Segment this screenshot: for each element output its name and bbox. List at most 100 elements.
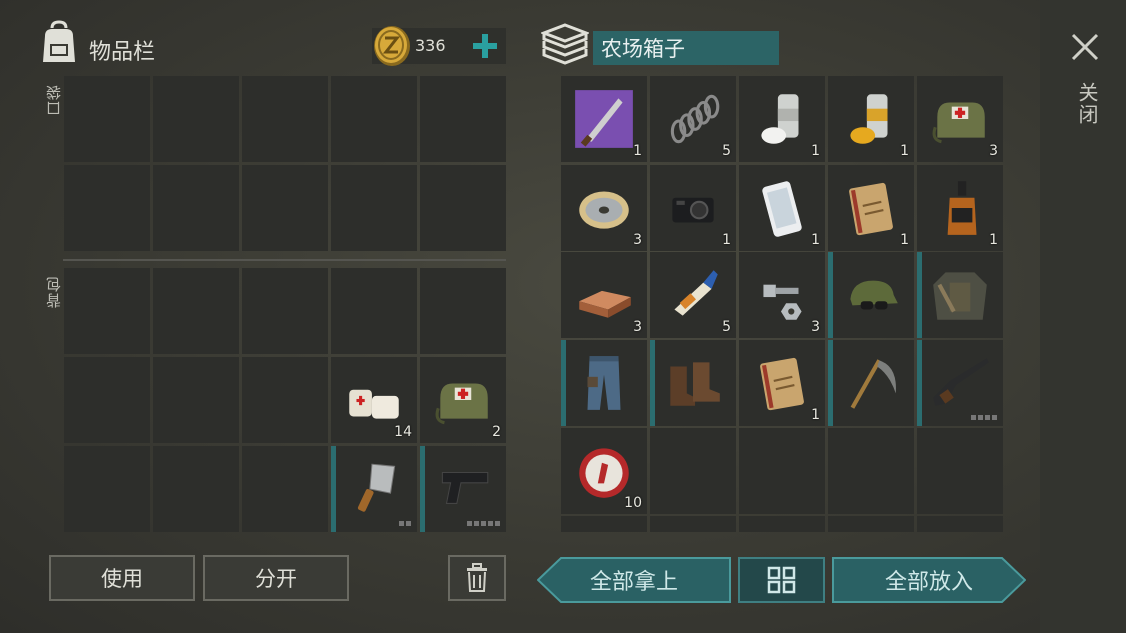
inventory-slot[interactable] — [828, 516, 914, 532]
inventory-slot[interactable] — [153, 357, 239, 443]
pistol-icon — [441, 471, 489, 504]
inventory-slot[interactable]: 1 — [739, 340, 825, 426]
close-label[interactable]: 关闭 — [1072, 82, 1099, 126]
item-count: 1 — [989, 232, 998, 248]
inventory-slot[interactable] — [64, 357, 150, 443]
inventory-slot[interactable] — [917, 340, 1003, 426]
inventory-slot[interactable] — [828, 252, 914, 338]
inventory-slot[interactable] — [242, 268, 328, 354]
inventory-slot[interactable]: 1 — [739, 76, 825, 162]
inventory-slot[interactable]: 2 — [420, 357, 506, 443]
inventory-title: 物品栏 — [89, 40, 156, 65]
inventory-slot[interactable] — [64, 268, 150, 354]
inventory-slot[interactable] — [242, 165, 328, 251]
inventory-slot[interactable] — [561, 516, 647, 532]
machete-blueprint-icon — [575, 90, 633, 148]
cleaver-icon — [357, 463, 396, 512]
inventory-slot[interactable] — [561, 340, 647, 426]
yellow-paint-can-icon — [850, 94, 888, 144]
split-button[interactable]: 分开 — [203, 555, 349, 601]
smartphone-icon — [762, 181, 802, 237]
inventory-slot[interactable] — [828, 340, 914, 426]
inventory-slot[interactable] — [420, 446, 506, 532]
camo-cap-sunglasses-icon — [850, 280, 898, 310]
durability-dots — [467, 521, 500, 526]
item-count: 3 — [633, 319, 642, 335]
durability-bar — [828, 252, 833, 338]
inventory-slot[interactable] — [739, 516, 825, 532]
inventory-slot[interactable]: 3 — [561, 252, 647, 338]
item-count: 1 — [811, 407, 820, 423]
inventory-slot[interactable] — [153, 76, 239, 162]
backpack-label: 背包 — [45, 276, 63, 308]
item-count: 2 — [492, 424, 501, 440]
pocket-label: 口袋 — [45, 84, 63, 116]
inventory-slot[interactable] — [650, 428, 736, 514]
wire-spool-icon — [579, 191, 629, 229]
coin-icon — [372, 25, 412, 67]
inventory-slot[interactable] — [420, 76, 506, 162]
inventory-slot[interactable] — [650, 340, 736, 426]
inventory-slot[interactable] — [153, 446, 239, 532]
inventory-slot[interactable] — [420, 268, 506, 354]
diary-icon — [760, 357, 804, 411]
inventory-slot[interactable]: 3 — [739, 252, 825, 338]
inventory-slot[interactable] — [331, 446, 417, 532]
inventory-slot[interactable]: 1 — [739, 165, 825, 251]
inventory-slot[interactable] — [153, 165, 239, 251]
inventory-slot[interactable]: 14 — [331, 357, 417, 443]
inventory-slot[interactable] — [917, 428, 1003, 514]
add-coins-button[interactable] — [470, 31, 500, 61]
inventory-slot[interactable] — [153, 268, 239, 354]
use-button[interactable]: 使用 — [49, 555, 195, 601]
durability-bar — [828, 340, 833, 426]
inventory-slot[interactable] — [828, 428, 914, 514]
item-count: 3 — [989, 143, 998, 159]
scythe-icon — [850, 359, 896, 409]
inventory-slot[interactable]: 5 — [650, 252, 736, 338]
inventory-slot[interactable] — [331, 165, 417, 251]
inventory-slot[interactable] — [64, 446, 150, 532]
glue-tube-icon — [674, 270, 718, 316]
close-button[interactable] — [1068, 28, 1102, 66]
inventory-slot[interactable] — [420, 165, 506, 251]
inventory-slot[interactable]: 5 — [650, 76, 736, 162]
durability-bar — [561, 340, 566, 426]
inventory-slot[interactable] — [917, 516, 1003, 532]
inventory-slot[interactable] — [650, 516, 736, 532]
pocket-backpack-divider — [63, 259, 506, 261]
medkit-bag-icon — [932, 102, 985, 144]
inventory-slot[interactable] — [64, 165, 150, 251]
inventory-slot[interactable] — [64, 76, 150, 162]
item-count: 5 — [722, 143, 731, 159]
spring-icon — [670, 94, 720, 144]
grid-view-button[interactable] — [738, 557, 825, 603]
bolt-nut-icon — [763, 284, 802, 320]
durability-dots — [399, 521, 411, 526]
inventory-slot[interactable]: 1 — [650, 165, 736, 251]
item-count: 1 — [722, 232, 731, 248]
inventory-slot[interactable] — [331, 76, 417, 162]
white-paint-can-icon — [761, 94, 799, 144]
inventory-slot[interactable]: 1 — [561, 76, 647, 162]
durability-bar — [331, 446, 336, 532]
inventory-slot[interactable] — [331, 268, 417, 354]
inventory-slot[interactable] — [242, 446, 328, 532]
inventory-slot[interactable] — [242, 76, 328, 162]
inventory-slot[interactable]: 1 — [917, 165, 1003, 251]
take-all-button[interactable]: 全部拿上 — [536, 557, 731, 603]
chest-title: 农场箱子 — [593, 31, 779, 65]
inventory-slot[interactable]: 10 — [561, 428, 647, 514]
whiskey-bottle-icon — [947, 181, 977, 235]
inventory-slot[interactable]: 3 — [561, 165, 647, 251]
item-count: 1 — [900, 143, 909, 159]
inventory-slot[interactable] — [739, 428, 825, 514]
inventory-slot[interactable] — [242, 357, 328, 443]
inventory-slot[interactable]: 1 — [828, 76, 914, 162]
put-all-button[interactable]: 全部放入 — [832, 557, 1027, 603]
inventory-slot[interactable]: 1 — [828, 165, 914, 251]
inventory-slot[interactable]: 3 — [917, 76, 1003, 162]
inventory-slot[interactable] — [917, 252, 1003, 338]
plus-icon — [473, 34, 497, 58]
trash-button[interactable] — [448, 555, 506, 601]
